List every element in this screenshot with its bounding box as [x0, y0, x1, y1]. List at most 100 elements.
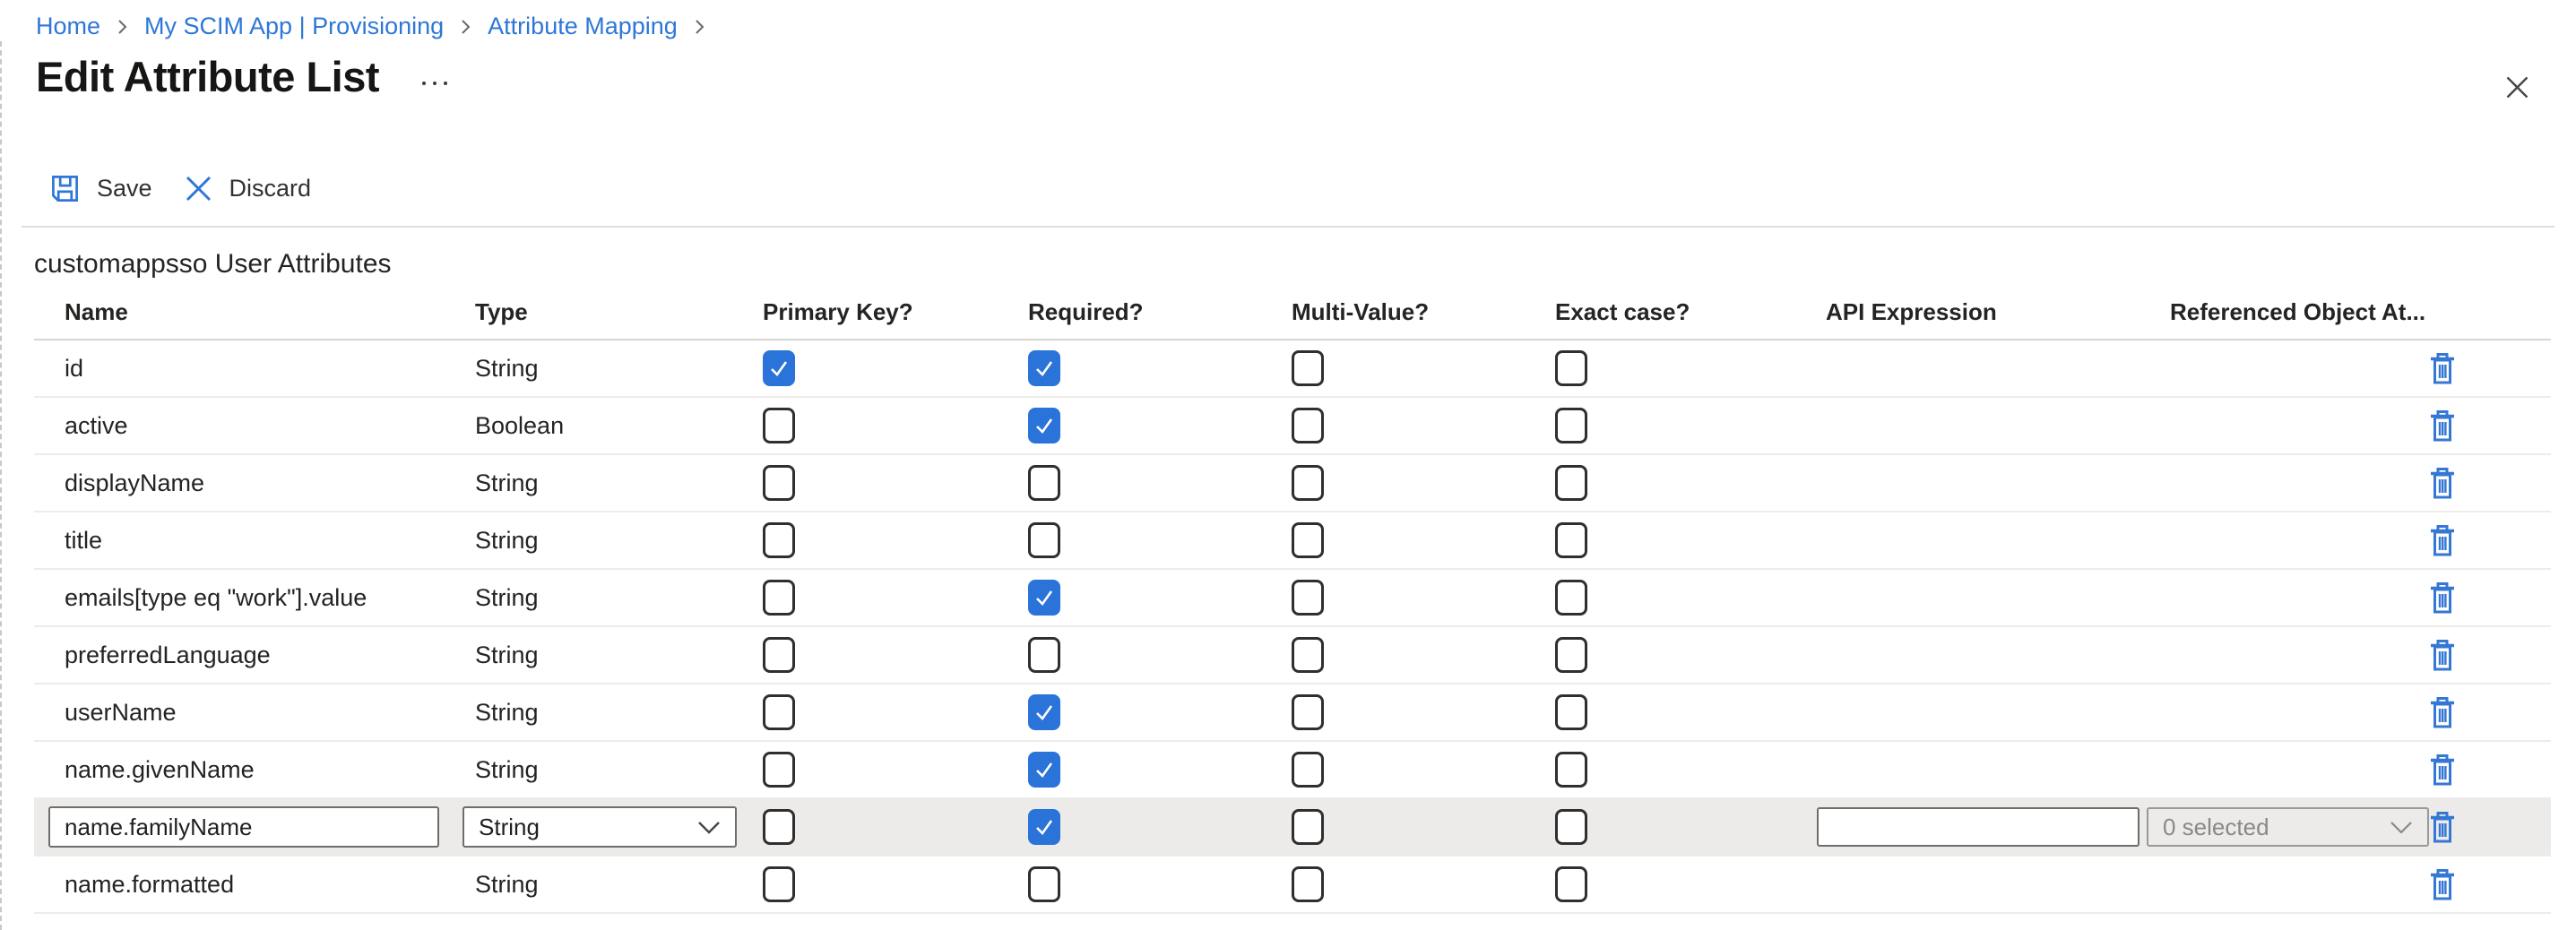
delete-attribute-button[interactable] — [2429, 696, 2456, 729]
multi-value-checkbox[interactable] — [1292, 408, 1324, 443]
command-bar: Save Discard — [50, 174, 311, 203]
multi-value-checkbox[interactable] — [1292, 465, 1324, 501]
primary-key-checkbox[interactable] — [763, 580, 795, 616]
attribute-table: Name Type Primary Key? Required? Multi-V… — [34, 285, 2551, 914]
attribute-type: String — [475, 584, 539, 612]
multi-value-checkbox[interactable] — [1292, 866, 1324, 902]
delete-attribute-button[interactable] — [2429, 409, 2456, 443]
attribute-type: String — [475, 871, 539, 899]
table-row: userName String — [34, 685, 2551, 742]
required-checkbox[interactable] — [1028, 522, 1060, 558]
delete-attribute-button[interactable] — [2429, 467, 2456, 500]
attribute-name: preferredLanguage — [34, 642, 271, 669]
exact-case-checkbox[interactable] — [1555, 465, 1587, 501]
close-icon — [2505, 75, 2529, 99]
exact-case-checkbox[interactable] — [1555, 408, 1587, 443]
exact-case-checkbox[interactable] — [1555, 694, 1587, 730]
breadcrumb-link-attribute-mapping[interactable]: Attribute Mapping — [488, 13, 678, 40]
checkmark-icon — [1033, 816, 1055, 838]
column-header-exact-case: Exact case? — [1555, 298, 1817, 326]
column-header-type: Type — [475, 298, 763, 326]
exact-case-checkbox[interactable] — [1555, 809, 1587, 845]
column-header-name: Name — [34, 298, 475, 326]
required-checkbox[interactable] — [1028, 866, 1060, 902]
save-icon — [50, 174, 80, 203]
multi-value-checkbox[interactable] — [1292, 752, 1324, 788]
attribute-name: name.givenName — [34, 756, 255, 784]
save-button-label: Save — [97, 175, 152, 202]
chevron-down-icon — [2390, 821, 2413, 834]
attribute-type-select[interactable]: String — [462, 806, 737, 848]
breadcrumb-link-home[interactable]: Home — [36, 13, 100, 40]
table-row: name.givenName String — [34, 742, 2551, 799]
save-button[interactable]: Save — [50, 174, 152, 203]
exact-case-checkbox[interactable] — [1555, 637, 1587, 673]
primary-key-checkbox[interactable] — [763, 809, 795, 845]
required-checkbox[interactable] — [1028, 694, 1060, 730]
primary-key-checkbox[interactable] — [763, 408, 795, 443]
exact-case-checkbox[interactable] — [1555, 752, 1587, 788]
referenced-object-select-value: 0 selected — [2163, 814, 2269, 841]
required-checkbox[interactable] — [1028, 637, 1060, 673]
delete-attribute-button[interactable] — [2429, 811, 2456, 844]
exact-case-checkbox[interactable] — [1555, 522, 1587, 558]
trash-icon — [2429, 811, 2456, 844]
panel-edge — [0, 41, 2, 930]
checkmark-icon — [1033, 415, 1055, 436]
multi-value-checkbox[interactable] — [1292, 580, 1324, 616]
exact-case-checkbox[interactable] — [1555, 866, 1587, 902]
trash-icon — [2429, 581, 2456, 615]
more-options-button[interactable] — [422, 82, 447, 85]
delete-attribute-button[interactable] — [2429, 639, 2456, 672]
primary-key-checkbox[interactable] — [763, 350, 795, 386]
attribute-name: id — [34, 355, 83, 383]
table-row: preferredLanguage String — [34, 627, 2551, 685]
discard-x-icon — [185, 175, 212, 202]
multi-value-checkbox[interactable] — [1292, 522, 1324, 558]
required-checkbox[interactable] — [1028, 350, 1060, 386]
attribute-type: String — [475, 469, 539, 497]
page-title: Edit Attribute List — [36, 52, 379, 101]
delete-attribute-button[interactable] — [2429, 581, 2456, 615]
delete-attribute-button[interactable] — [2429, 524, 2456, 557]
required-checkbox[interactable] — [1028, 752, 1060, 788]
delete-attribute-button[interactable] — [2429, 753, 2456, 787]
primary-key-checkbox[interactable] — [763, 752, 795, 788]
table-row: title String — [34, 512, 2551, 570]
primary-key-checkbox[interactable] — [763, 465, 795, 501]
table-row: String 0 selected — [34, 799, 2551, 857]
required-checkbox[interactable] — [1028, 809, 1060, 845]
attribute-type: String — [475, 642, 539, 669]
multi-value-checkbox[interactable] — [1292, 694, 1324, 730]
required-checkbox[interactable] — [1028, 580, 1060, 616]
breadcrumb-link-scim-app[interactable]: My SCIM App | Provisioning — [144, 13, 444, 40]
breadcrumb-chevron-icon — [693, 17, 706, 37]
table-row: active Boolean — [34, 398, 2551, 455]
attribute-name: displayName — [34, 469, 204, 497]
delete-attribute-button[interactable] — [2429, 352, 2456, 385]
attribute-type: String — [475, 699, 539, 727]
attribute-name-input[interactable] — [48, 806, 439, 848]
exact-case-checkbox[interactable] — [1555, 580, 1587, 616]
discard-button[interactable]: Discard — [185, 175, 312, 202]
trash-icon — [2429, 467, 2456, 500]
delete-attribute-button[interactable] — [2429, 868, 2456, 901]
table-body: id String — [34, 340, 2551, 914]
primary-key-checkbox[interactable] — [763, 866, 795, 902]
exact-case-checkbox[interactable] — [1555, 350, 1587, 386]
referenced-object-select[interactable]: 0 selected — [2147, 807, 2429, 847]
table-row: emails[type eq "work"].value String — [34, 570, 2551, 627]
column-header-primary-key: Primary Key? — [763, 298, 1028, 326]
primary-key-checkbox[interactable] — [763, 694, 795, 730]
primary-key-checkbox[interactable] — [763, 522, 795, 558]
attribute-type-select-value: String — [479, 814, 540, 841]
multi-value-checkbox[interactable] — [1292, 637, 1324, 673]
multi-value-checkbox[interactable] — [1292, 809, 1324, 845]
required-checkbox[interactable] — [1028, 465, 1060, 501]
multi-value-checkbox[interactable] — [1292, 350, 1324, 386]
primary-key-checkbox[interactable] — [763, 637, 795, 673]
checkmark-icon — [1033, 702, 1055, 723]
close-button[interactable] — [2505, 75, 2529, 99]
api-expression-input[interactable] — [1817, 807, 2139, 847]
required-checkbox[interactable] — [1028, 408, 1060, 443]
